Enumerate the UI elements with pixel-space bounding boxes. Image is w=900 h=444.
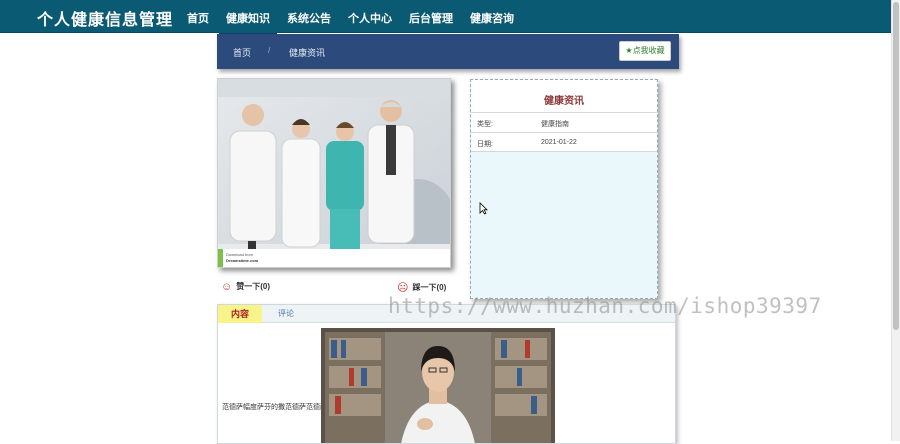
mouse-cursor-icon	[479, 202, 488, 215]
info-value: 健康指南	[541, 121, 569, 128]
breadcrumb-home[interactable]: 首页	[233, 46, 251, 59]
news-image-card: Download from Dreamstime.com	[217, 78, 451, 268]
info-row-date: 日期: 2021-01-22	[471, 132, 657, 152]
nav-item-personal-center[interactable]: 个人中心	[341, 0, 399, 33]
watermark-text: https://www.huzhan.com/ishop39397	[388, 294, 822, 318]
info-row-type: 类型: 健康指南	[471, 112, 657, 132]
content-tabs-card: 内容 评论 范德萨幅度萨芬的撒范德萨范德萨	[217, 304, 676, 444]
favorite-button-label: 点我收藏	[632, 46, 665, 55]
scrollbar-thumb[interactable]	[893, 2, 899, 330]
info-key: 日期:	[477, 141, 493, 148]
frown-icon: ☹	[397, 282, 409, 294]
dislike-label: 踩一下(0)	[412, 283, 447, 292]
like-button[interactable]: ☺ 赞一下(0)	[221, 281, 270, 293]
nav-item-home[interactable]: 首页	[180, 0, 216, 33]
nav-item-health-knowledge[interactable]: 健康知识	[219, 0, 277, 36]
breadcrumb: 首页 / 健康资讯 ★点我收藏	[217, 34, 679, 69]
info-card: 健康资讯 类型: 健康指南 日期: 2021-01-22	[470, 79, 658, 299]
nav-item-admin[interactable]: 后台管理	[402, 0, 460, 33]
tab-comments[interactable]: 评论	[276, 305, 296, 323]
breadcrumb-separator: /	[268, 46, 271, 55]
info-title: 健康资讯	[544, 96, 584, 107]
smile-icon: ☺	[221, 281, 233, 293]
content-text: 范德萨幅度萨芬的撒范德萨范德萨	[222, 404, 327, 411]
doctors-photo: Download from Dreamstime.com	[218, 79, 450, 267]
page-scrollbar[interactable]	[891, 0, 900, 441]
nav-item-health-consult[interactable]: 健康咨询	[463, 0, 521, 33]
image-caption-site: Dreamstime.com	[226, 258, 259, 263]
star-icon: ★	[625, 46, 633, 55]
top-navbar: 个人健康信息管理 首页 健康知识 系统公告 个人中心 后台管理 健康咨询	[0, 0, 891, 36]
dislike-button[interactable]: ☹ 踩一下(0)	[397, 281, 446, 294]
main-nav: 首页 健康知识 系统公告 个人中心 后台管理 健康咨询	[180, 0, 524, 36]
nav-item-announcements[interactable]: 系统公告	[280, 0, 338, 33]
info-key: 类型:	[477, 121, 493, 128]
image-caption-source: Download from	[226, 252, 254, 257]
favorite-button[interactable]: ★点我收藏	[619, 41, 671, 61]
info-header: 健康资讯	[471, 80, 657, 112]
tab-content[interactable]: 内容	[218, 305, 262, 323]
breadcrumb-current: 健康资讯	[289, 48, 326, 58]
like-label: 赞一下(0)	[236, 282, 271, 291]
app-title[interactable]: 个人健康信息管理	[37, 6, 173, 30]
doctor-office-photo	[321, 328, 555, 443]
info-value: 2021-01-22	[541, 139, 577, 146]
